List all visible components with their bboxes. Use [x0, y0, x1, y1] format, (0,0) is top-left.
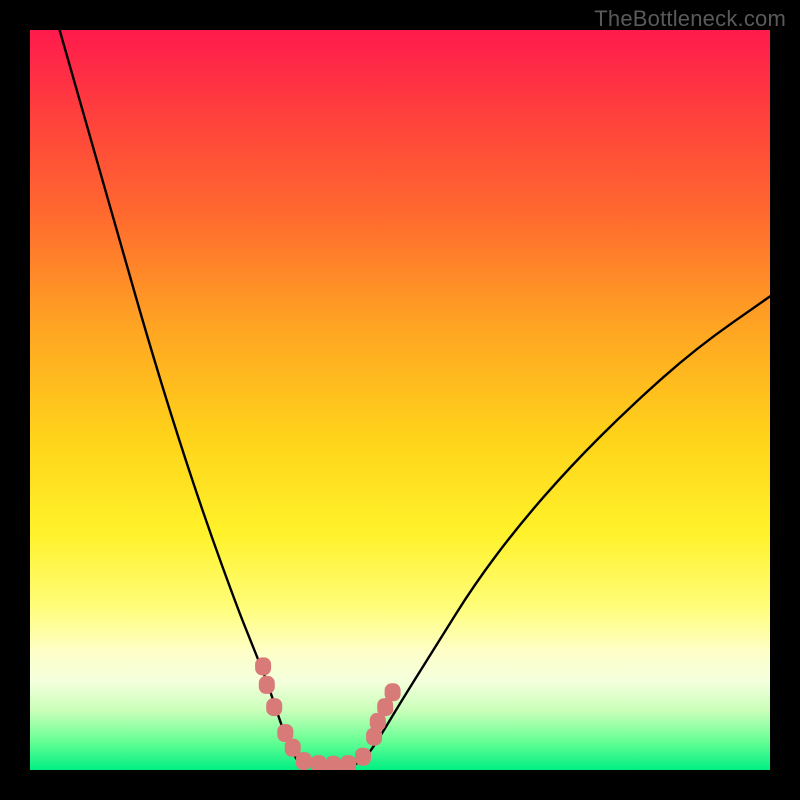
marker-valley-2 [311, 755, 327, 770]
marker-left-cluster-1 [255, 657, 271, 675]
marker-left-cluster-2 [259, 676, 275, 694]
marker-left-cluster-3 [266, 698, 282, 716]
bottleneck-curve [60, 30, 770, 766]
marker-valley-1 [296, 752, 312, 770]
marker-right-cluster-1 [355, 748, 371, 766]
marker-layer [255, 657, 401, 770]
marker-valley-4 [340, 755, 356, 770]
plot-area [30, 30, 770, 770]
marker-right-cluster-5 [385, 683, 401, 701]
marker-valley-3 [325, 756, 341, 770]
watermark-text: TheBottleneck.com [594, 6, 786, 32]
chart-svg [30, 30, 770, 770]
chart-frame: TheBottleneck.com [0, 0, 800, 800]
